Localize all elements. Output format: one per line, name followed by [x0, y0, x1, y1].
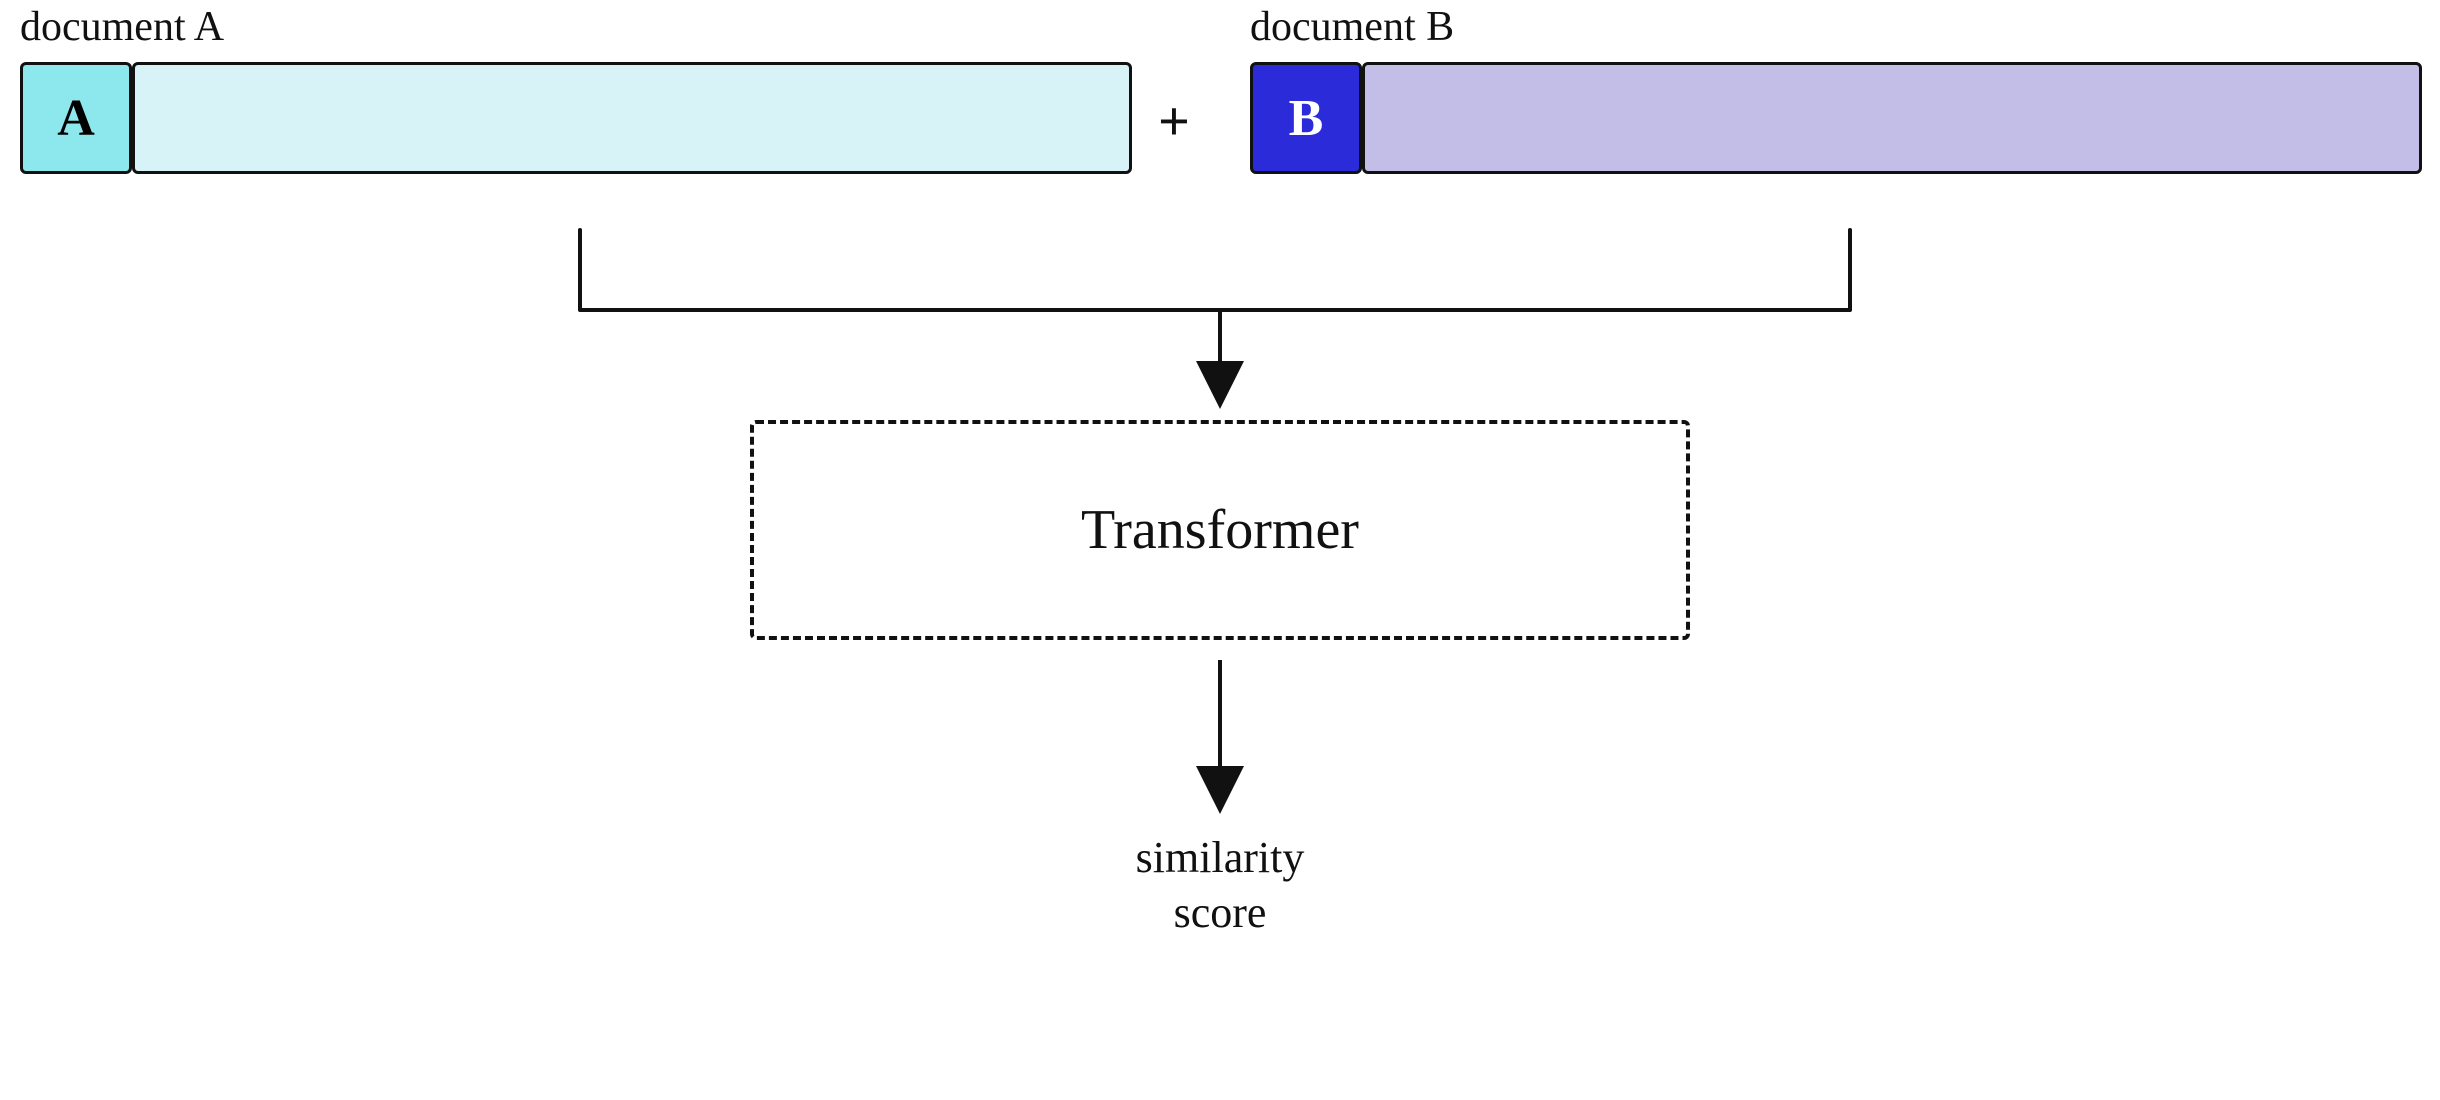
transformer-box: Transformer: [750, 420, 1690, 640]
token-a-head: A: [20, 62, 132, 174]
output-line1: similarity: [1136, 833, 1305, 882]
token-b-letter: B: [1289, 89, 1324, 148]
document-b-body: [1362, 62, 2422, 174]
output-label: similarity score: [1020, 830, 1420, 940]
label-document-a: document A: [20, 4, 224, 50]
token-a-letter: A: [57, 89, 95, 148]
document-a-body: [132, 62, 1132, 174]
plus-symbol: +: [1158, 90, 1190, 154]
merge-bracket: [580, 230, 1850, 310]
transformer-label: Transformer: [1081, 498, 1359, 562]
label-document-b: document B: [1250, 4, 1454, 50]
token-b-head: B: [1250, 62, 1362, 174]
output-line2: score: [1174, 888, 1267, 937]
